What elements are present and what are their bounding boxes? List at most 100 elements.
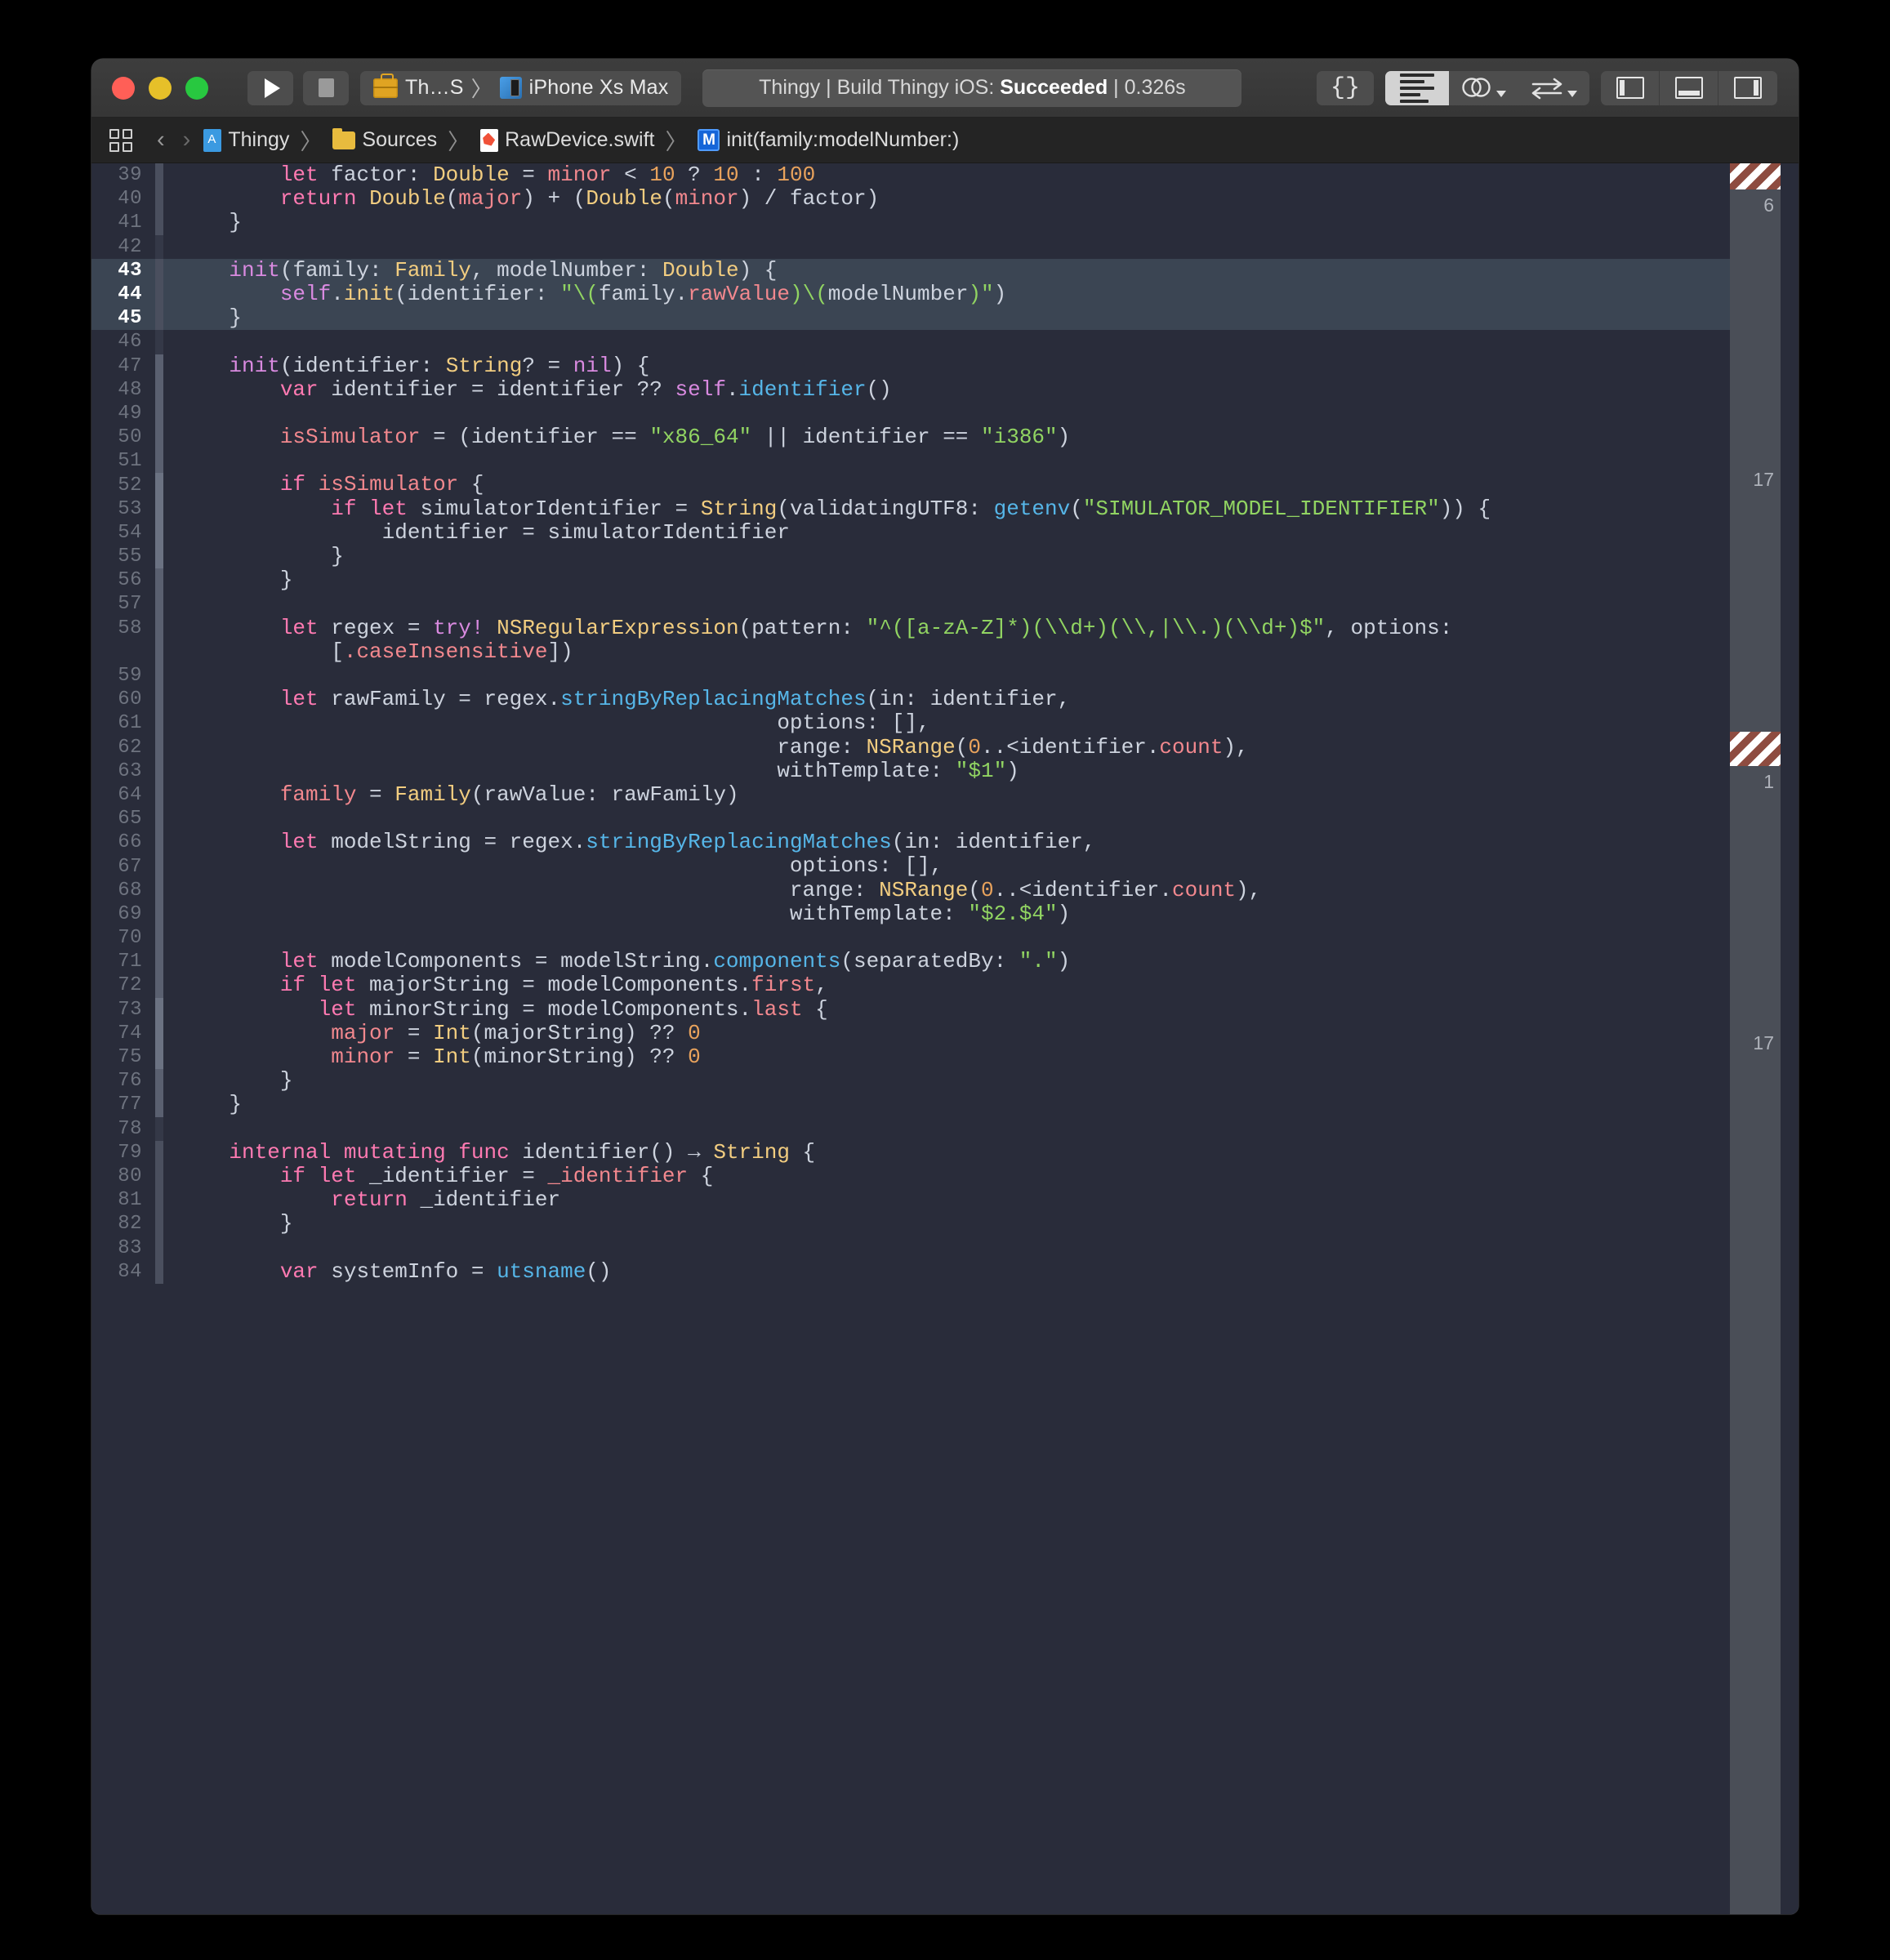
- code-line[interactable]: 68 range: NSRange(0..<identifier.count),: [91, 878, 1799, 902]
- code-line[interactable]: 39 let factor: Double = minor < 10 ? 10 …: [91, 163, 1799, 188]
- code-line[interactable]: 58 let regex = try! NSRegularExpression(…: [91, 616, 1799, 640]
- code-fold-ribbon[interactable]: [155, 282, 163, 307]
- scm-change-block[interactable]: 17: [1730, 464, 1781, 732]
- source-control-gutter[interactable]: 6171170: [1730, 163, 1781, 1914]
- code-fold-ribbon[interactable]: [155, 377, 163, 402]
- code-fold-ribbon[interactable]: [155, 592, 163, 617]
- code-line[interactable]: 72 if let majorString = modelComponents.…: [91, 973, 1799, 998]
- close-window-button[interactable]: [112, 76, 135, 100]
- code-fold-ribbon[interactable]: [155, 473, 163, 497]
- code-line[interactable]: 70: [91, 926, 1799, 951]
- code-lines-container[interactable]: 39 let factor: Double = minor < 10 ? 10 …: [91, 163, 1799, 1914]
- code-fold-ribbon[interactable]: [155, 997, 163, 1022]
- code-fold-ribbon[interactable]: [155, 258, 163, 283]
- code-line[interactable]: 41 }: [91, 211, 1799, 235]
- stop-button[interactable]: [303, 70, 349, 105]
- code-line[interactable]: 53 if let simulatorIdentifier = String(v…: [91, 497, 1799, 521]
- toggle-debug-area-button[interactable]: [1660, 70, 1718, 105]
- scm-change-block[interactable]: 6: [1730, 189, 1781, 464]
- assistant-editor-button[interactable]: [1449, 71, 1516, 105]
- source-editor[interactable]: 39 let factor: Double = minor < 10 ? 10 …: [91, 163, 1799, 1914]
- code-line[interactable]: 82 }: [91, 1212, 1799, 1236]
- navigate-back-button[interactable]: ‹: [152, 127, 170, 154]
- code-fold-ribbon[interactable]: [155, 688, 163, 712]
- code-fold-ribbon[interactable]: [155, 926, 163, 951]
- code-fold-ribbon[interactable]: [155, 1021, 163, 1045]
- code-line[interactable]: 57: [91, 592, 1799, 617]
- code-fold-ribbon[interactable]: [155, 330, 163, 354]
- code-line[interactable]: 40 return Double(major) + (Double(minor)…: [91, 187, 1799, 212]
- code-line[interactable]: [.caseInsensitive]): [91, 639, 1799, 664]
- code-line[interactable]: 44 self.init(identifier: "\(family.rawVa…: [91, 282, 1799, 307]
- code-fold-ribbon[interactable]: [155, 1164, 163, 1189]
- code-fold-ribbon[interactable]: [155, 807, 163, 831]
- version-editor-button[interactable]: [1516, 71, 1589, 105]
- code-fold-ribbon[interactable]: [155, 568, 163, 593]
- breadcrumb-item-project[interactable]: Thingy: [203, 128, 289, 152]
- code-line[interactable]: 77 }: [91, 1093, 1799, 1117]
- scheme-destination-selector[interactable]: Th…S 〉 iPhone Xs Max: [360, 70, 682, 105]
- code-fold-ribbon[interactable]: [155, 1116, 163, 1141]
- code-line[interactable]: 84 var systemInfo = utsname(): [91, 1259, 1799, 1284]
- code-fold-ribbon[interactable]: [155, 782, 163, 808]
- code-fold-ribbon[interactable]: [155, 973, 163, 998]
- code-line[interactable]: 80 if let _identifier = _identifier {: [91, 1164, 1799, 1189]
- code-fold-ribbon[interactable]: [155, 163, 163, 188]
- code-line[interactable]: 46: [91, 330, 1799, 354]
- code-fold-ribbon[interactable]: [155, 234, 163, 259]
- code-line[interactable]: 79 internal mutating func identifier() →…: [91, 1140, 1799, 1165]
- code-line[interactable]: 67 options: [],: [91, 854, 1799, 879]
- code-line[interactable]: 54 identifier = simulatorIdentifier: [91, 520, 1799, 545]
- code-line[interactable]: 63 withTemplate: "$1"): [91, 759, 1799, 783]
- code-fold-ribbon[interactable]: [155, 1259, 163, 1284]
- code-fold-ribbon[interactable]: [155, 711, 163, 736]
- code-line[interactable]: 75 minor = Int(minorString) ?? 0: [91, 1045, 1799, 1070]
- code-fold-ribbon[interactable]: [155, 1045, 163, 1070]
- code-line[interactable]: 64 family = Family(rawValue: rawFamily): [91, 782, 1799, 808]
- code-line[interactable]: 81 return _identifier: [91, 1187, 1799, 1213]
- code-fold-ribbon[interactable]: [155, 1140, 163, 1165]
- code-line[interactable]: 66 let modelString = regex.stringByRepla…: [91, 831, 1799, 855]
- code-line[interactable]: 50 isSimulator = (identifier == "x86_64"…: [91, 425, 1799, 450]
- code-line[interactable]: 60 let rawFamily = regex.stringByReplaci…: [91, 688, 1799, 712]
- code-line[interactable]: 59: [91, 663, 1799, 688]
- code-line[interactable]: 71 let modelComponents = modelString.com…: [91, 950, 1799, 974]
- code-fold-ribbon[interactable]: [155, 831, 163, 855]
- code-line[interactable]: 69 withTemplate: "$2.$4"): [91, 902, 1799, 926]
- code-fold-ribbon[interactable]: [155, 1188, 163, 1213]
- related-items-icon[interactable]: [109, 128, 132, 152]
- scm-change-block[interactable]: [1730, 163, 1781, 189]
- code-fold-ribbon[interactable]: [155, 1212, 163, 1236]
- code-line[interactable]: 73 let minorString = modelComponents.las…: [91, 997, 1799, 1022]
- code-fold-ribbon[interactable]: [155, 735, 163, 760]
- code-line[interactable]: 56 }: [91, 568, 1799, 593]
- code-fold-ribbon[interactable]: [155, 520, 163, 545]
- code-fold-ribbon[interactable]: [155, 449, 163, 474]
- activity-status-bar[interactable]: Thingy | Build Thingy iOS: Succeeded | 0…: [702, 69, 1242, 107]
- code-line[interactable]: 83: [91, 1236, 1799, 1260]
- code-fold-ribbon[interactable]: [155, 497, 163, 521]
- scm-change-block[interactable]: 1: [1730, 766, 1781, 1027]
- code-fold-ribbon[interactable]: [155, 545, 163, 569]
- toggle-inspector-button[interactable]: [1718, 71, 1777, 105]
- code-fold-ribbon[interactable]: [155, 1093, 163, 1117]
- library-braces-button[interactable]: {}: [1317, 71, 1374, 105]
- code-line[interactable]: 52 if isSimulator {: [91, 473, 1799, 497]
- standard-editor-button[interactable]: [1385, 70, 1449, 105]
- editor-vertical-scrollbar[interactable]: [1781, 163, 1799, 1914]
- code-line[interactable]: 78: [91, 1116, 1799, 1141]
- code-line[interactable]: 47 init(identifier: String? = nil) {: [91, 354, 1799, 378]
- code-fold-ribbon[interactable]: [155, 306, 163, 331]
- code-line[interactable]: 45 }: [91, 306, 1799, 331]
- code-fold-ribbon[interactable]: [155, 401, 163, 426]
- zoom-window-button[interactable]: [185, 76, 208, 100]
- code-fold-ribbon[interactable]: [155, 425, 163, 450]
- run-button[interactable]: [247, 70, 293, 105]
- code-fold-ribbon[interactable]: [155, 354, 163, 378]
- code-line[interactable]: 62 range: NSRange(0..<identifier.count),: [91, 735, 1799, 760]
- breadcrumb-item-member[interactable]: M init(family:modelNumber:): [698, 128, 959, 152]
- breadcrumb-item-folder[interactable]: Sources: [332, 127, 437, 152]
- code-fold-ribbon[interactable]: [155, 759, 163, 783]
- code-line[interactable]: 43 init(family: Family, modelNumber: Dou…: [91, 258, 1799, 283]
- code-fold-ribbon[interactable]: [155, 902, 163, 926]
